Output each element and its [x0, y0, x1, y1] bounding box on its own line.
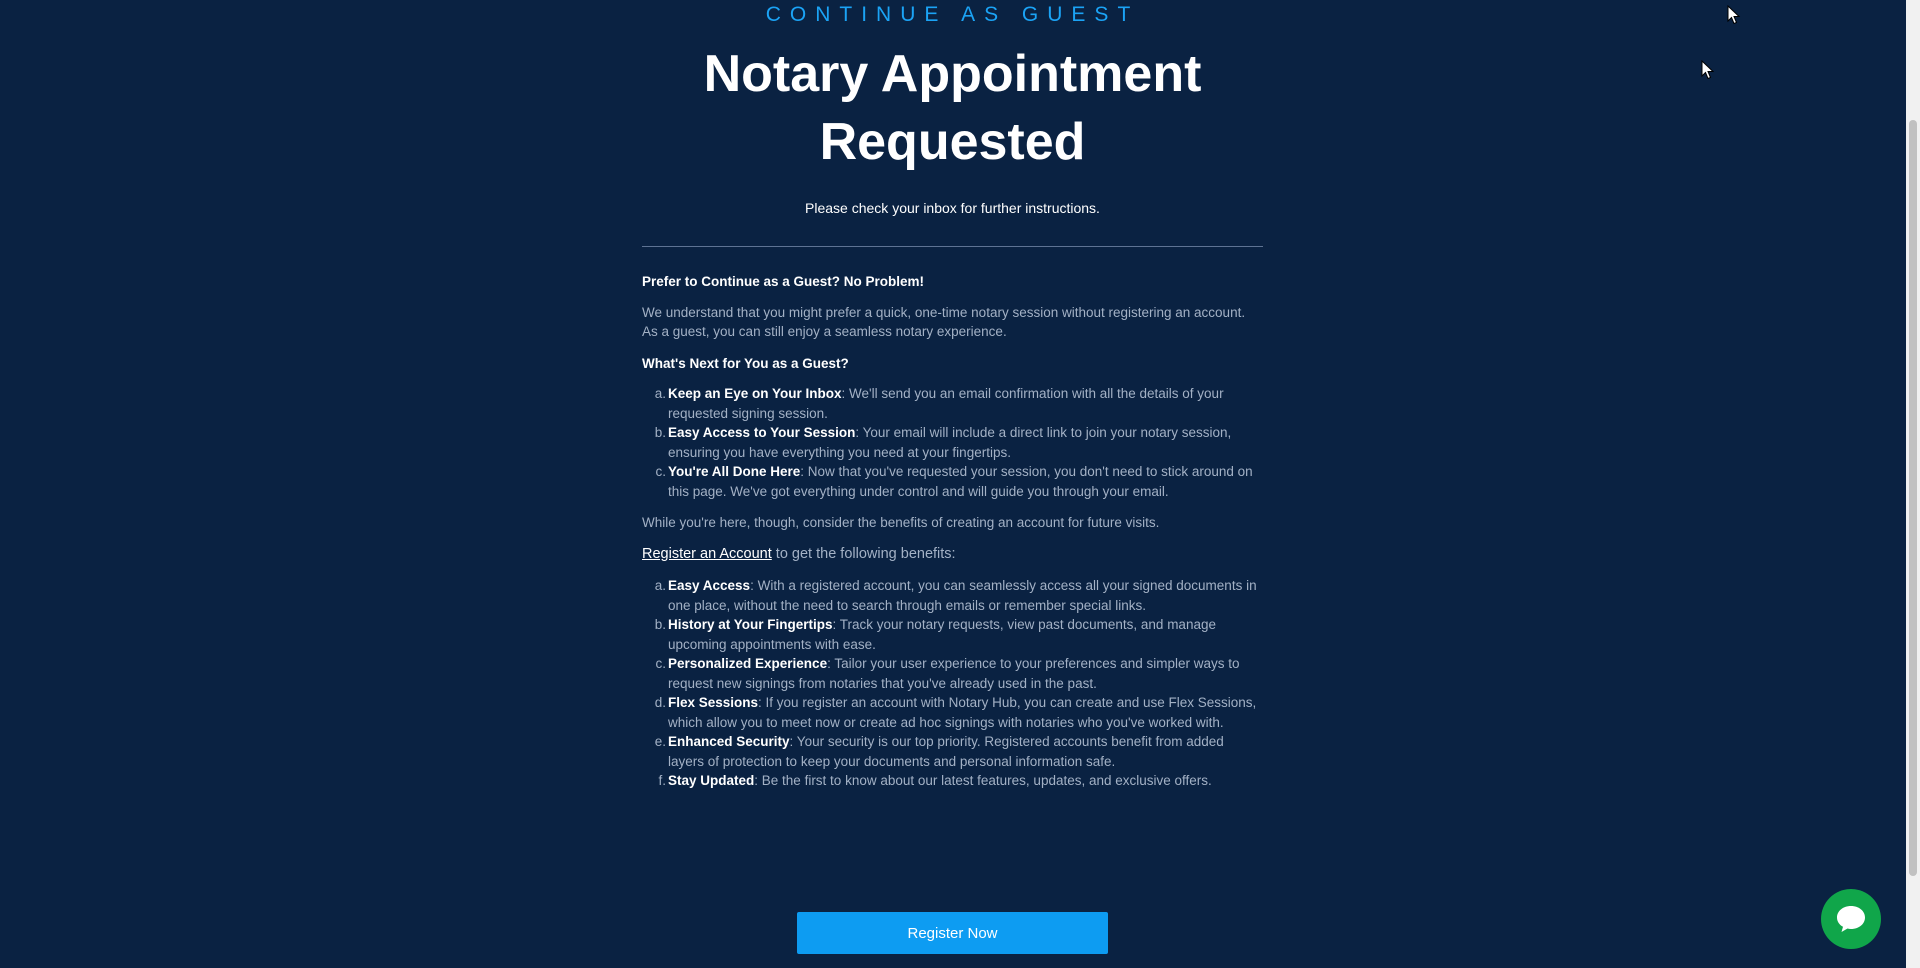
list-item: d. Flex Sessions: If you register an acc… — [655, 693, 1263, 732]
chat-widget-button[interactable] — [1821, 889, 1881, 949]
list-item-text: : Be the first to know about our latest … — [754, 773, 1212, 788]
benefits-list: a. Easy Access: With a registered accoun… — [642, 576, 1263, 791]
list-marker: b. — [654, 425, 666, 440]
chat-bubble-icon — [1837, 906, 1865, 932]
page-viewport: CONTINUE AS GUEST Notary Appointment Req… — [0, 0, 1906, 968]
page-subtitle: Please check your inbox for further inst… — [805, 200, 1100, 216]
list-item: f. Stay Updated: Be the first to know ab… — [658, 771, 1263, 791]
guest-info-body: Prefer to Continue as a Guest? No Proble… — [642, 272, 1263, 803]
list-item-title: History at Your Fingertips — [668, 617, 833, 632]
list-item: c. You're All Done Here: Now that you've… — [655, 462, 1263, 501]
next-steps-heading: What's Next for You as a Guest? — [642, 355, 849, 371]
list-item-title: Flex Sessions — [668, 695, 759, 710]
list-item-text: : With a registered account, you can sea… — [668, 578, 1257, 613]
list-marker: c. — [655, 464, 666, 479]
list-marker: e. — [654, 734, 666, 749]
scrollbar-thumb[interactable] — [1909, 120, 1917, 876]
list-item-title: Stay Updated — [668, 773, 755, 788]
list-marker: d. — [654, 695, 666, 710]
list-item-title: Easy Access to Your Session — [668, 425, 856, 440]
list-item-title: Easy Access — [668, 578, 751, 593]
consider-text: While you're here, though, consider the … — [642, 515, 1160, 530]
divider — [642, 246, 1263, 247]
register-line: Register an Account to get the following… — [642, 545, 1263, 565]
page-scrollbar[interactable] — [1906, 0, 1920, 968]
guest-heading: Prefer to Continue as a Guest? No Proble… — [642, 274, 925, 289]
mouse-cursor-icon — [1701, 60, 1715, 80]
list-item: b. History at Your Fingertips: Track you… — [655, 615, 1263, 654]
list-marker: c. — [655, 656, 666, 671]
guest-steps-list: a. Keep an Eye on Your Inbox: We'll send… — [642, 384, 1263, 501]
guest-intro: We understand that you might prefer a qu… — [642, 304, 1246, 340]
page-title: Notary Appointment Requested — [703, 45, 1202, 171]
register-account-link[interactable]: Register an Account — [642, 546, 772, 562]
list-marker: b. — [654, 617, 666, 632]
list-item: a. Easy Access: With a registered accoun… — [655, 576, 1263, 615]
list-item: a. Keep an Eye on Your Inbox: We'll send… — [655, 384, 1263, 423]
list-item-title: Enhanced Security — [668, 734, 790, 749]
list-item: e. Enhanced Security: Your security is o… — [655, 732, 1263, 771]
list-item: b. Easy Access to Your Session: Your ema… — [655, 423, 1263, 462]
register-line-suffix: to get the following benefits: — [771, 545, 956, 562]
register-now-button[interactable]: Register Now — [797, 912, 1108, 954]
mouse-cursor-icon — [1727, 5, 1741, 25]
list-item-title: Personalized Experience — [668, 656, 828, 671]
list-item-title: You're All Done Here — [668, 464, 801, 479]
list-marker: a. — [654, 578, 666, 593]
eyebrow-label: CONTINUE AS GUEST — [765, 3, 1140, 26]
list-marker: f. — [658, 773, 666, 788]
list-item: c. Personalized Experience: Tailor your … — [655, 654, 1263, 693]
list-marker: a. — [654, 386, 666, 401]
list-item-title: Keep an Eye on Your Inbox — [668, 386, 842, 401]
